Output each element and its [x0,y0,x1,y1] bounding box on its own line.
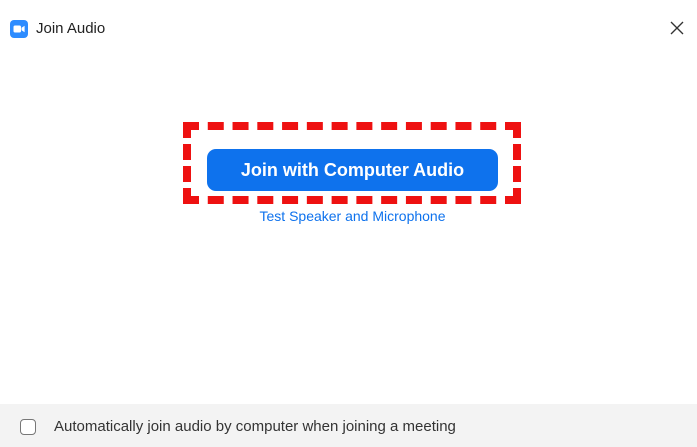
join-computer-audio-button[interactable]: Join with Computer Audio [207,149,498,191]
footer-bar: Automatically join audio by computer whe… [0,404,697,447]
close-icon[interactable] [669,20,685,36]
window-title: Join Audio [36,20,106,37]
auto-join-checkbox[interactable] [20,419,36,435]
auto-join-label[interactable]: Automatically join audio by computer whe… [54,418,456,436]
zoom-camera-icon [10,20,28,38]
test-speaker-microphone-link[interactable]: Test Speaker and Microphone [207,207,498,225]
title-bar: Join Audio [0,0,697,56]
